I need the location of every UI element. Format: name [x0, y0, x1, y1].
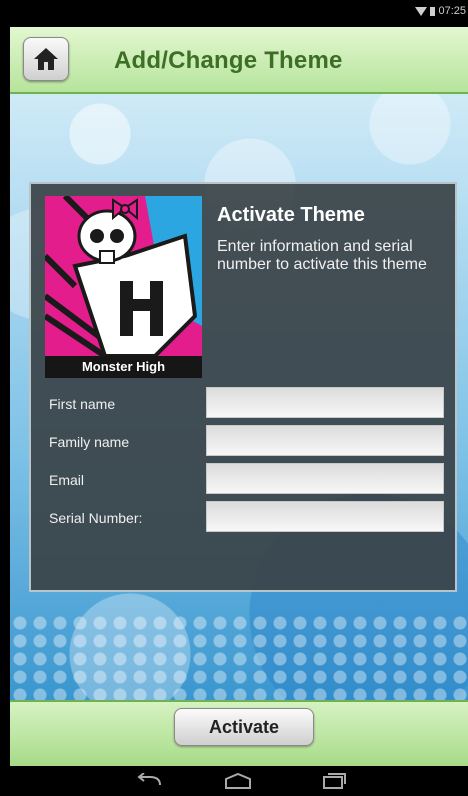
family-name-field[interactable]: [206, 425, 444, 456]
home-nav-icon[interactable]: [224, 773, 252, 789]
serial-number-field[interactable]: [206, 501, 444, 532]
family-name-label: Family name: [49, 434, 130, 450]
email-field[interactable]: [206, 463, 444, 494]
navigation-bar: [0, 766, 468, 796]
decorative-dots: [10, 614, 468, 700]
activate-theme-panel: Monster High Activate Theme Enter inform…: [29, 182, 457, 592]
footer-bar: Activate: [10, 700, 468, 766]
first-name-field[interactable]: [206, 387, 444, 418]
home-icon: [34, 48, 58, 70]
wifi-icon: [415, 6, 428, 16]
page-title: Add/Change Theme: [114, 47, 343, 74]
recents-icon[interactable]: [322, 773, 346, 789]
activate-button[interactable]: Activate: [174, 708, 314, 746]
panel-description: Enter information and serial number to a…: [217, 238, 427, 273]
battery-icon: [430, 6, 436, 16]
theme-name-label: Monster High: [45, 356, 202, 378]
first-name-label: First name: [49, 396, 116, 412]
theme-thumbnail: Monster High: [45, 196, 202, 378]
status-time: 07:25: [438, 5, 466, 17]
email-label: Email: [49, 472, 85, 488]
panel-title: Activate Theme: [217, 204, 365, 226]
status-bar: 07:25: [0, 0, 468, 27]
home-button[interactable]: [23, 37, 69, 81]
serial-number-label: Serial Number:: [49, 510, 143, 526]
monster-high-logo: [45, 196, 202, 359]
header-bar: Add/Change Theme: [10, 27, 468, 94]
back-icon[interactable]: [136, 773, 162, 789]
